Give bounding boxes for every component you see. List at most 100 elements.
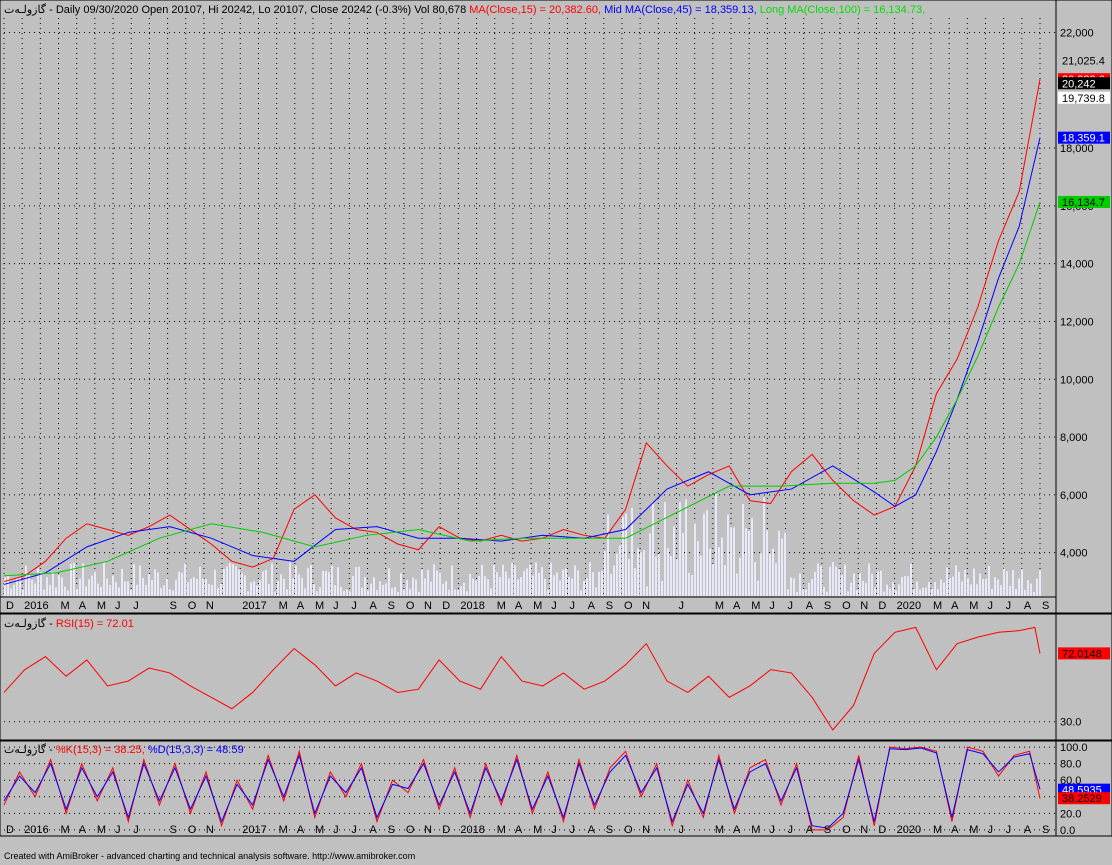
volume-bar [955,565,957,596]
x-tick-label: N [860,600,868,612]
axis-badge-label: 21,025.4 [1062,56,1105,68]
volume-bar [463,582,465,596]
axis-badge-label: 16,134.7 [1062,197,1105,209]
volume-bar [814,571,816,596]
volume-bar [82,563,84,596]
volume-bar [61,577,63,596]
x-tick-label: A [515,600,523,612]
x-tick-label: 2020 [897,600,921,612]
y-tick-label: 18,000 [1060,143,1094,155]
x-tick-label: 2016 [24,600,48,612]
volume-bar [223,569,225,596]
y-tick-label: 12,000 [1060,316,1094,328]
stoch-d-label: %D(15,3,3) = 48.59 [148,744,244,756]
x-tick-label: S [388,600,395,612]
volume-bar [127,581,129,596]
volume-bar [103,562,105,596]
volume-bar [721,537,723,596]
volume-bar [949,578,951,596]
x-tick-label: J [351,600,357,612]
volume-bar [736,573,738,596]
volume-bar [868,563,870,596]
volume-bar [970,584,972,596]
price-panel[interactable] [0,0,1057,598]
volume-bar [25,565,27,596]
volume-bar [613,565,615,596]
volume-bar [670,556,672,596]
volume-bar [724,565,726,596]
volume-bar [13,584,15,596]
x-tick-label: S [1042,824,1049,836]
volume-bar [790,577,792,596]
volume-bar [859,573,861,596]
volume-bar [151,579,153,596]
volume-bar [517,579,519,596]
volume-bar [625,513,627,596]
y-tick-label: 20.0 [1060,808,1081,820]
volume-bar [622,516,624,596]
price-title: گازولـه‌ت - Daily 09/30/2020 Open 20107,… [4,3,925,16]
volume-bar [364,577,366,596]
x-tick-label: J [333,824,339,836]
x-tick-label: J [678,824,684,836]
x-tick-label: M [279,824,288,836]
volume-bar [631,507,633,596]
volume-bar [940,579,942,596]
volume-bar [1027,580,1029,596]
x-tick-label: J [133,824,139,836]
volume-bar [730,527,732,596]
volume-bar [757,580,759,596]
volume-bar [583,580,585,596]
volume-bar [334,585,336,596]
volume-bar [520,577,522,596]
x-tick-label: J [769,824,775,836]
volume-bar [1024,589,1026,596]
stoch-symbol: گازولـه‌ت [4,743,47,756]
volume-bar [157,572,159,596]
volume-bar [541,567,543,596]
volume-bar [619,545,621,596]
volume-bar [640,552,642,596]
volume-bar [760,553,762,596]
x-tick-label: M [533,824,542,836]
volume-bar [436,570,438,596]
volume-bar [286,589,288,596]
volume-bar [847,591,849,596]
volume-bar [508,578,510,596]
volume-bar [913,589,915,596]
volume-bar [610,573,612,596]
volume-bar [697,540,699,596]
volume-bar [751,518,753,596]
volume-bar [34,583,36,596]
x-tick-label: O [406,600,415,612]
volume-bar [424,578,426,596]
rsi-panel[interactable] [0,613,1057,741]
volume-bar [643,550,645,596]
volume-bar [568,576,570,596]
x-tick-label: A [588,600,596,612]
volume-bar [325,571,327,596]
volume-bar [22,589,24,596]
volume-bar [322,570,324,596]
volume-bar [181,572,183,596]
volume-bar [718,547,720,596]
x-tick-label: S [606,600,613,612]
volume-bar [400,573,402,596]
price-info: - Daily 09/30/2020 Open 20107, Hi 20242,… [49,4,466,16]
volume-bar [808,582,810,596]
volume-bar [586,577,588,596]
volume-bar [754,561,756,596]
volume-bar [1030,583,1032,596]
volume-bar [346,589,348,596]
volume-bar [304,588,306,596]
x-tick-label: D [6,600,14,612]
x-tick-label: A [1024,600,1032,612]
volume-bar [40,572,42,596]
volume-bar [952,576,954,596]
volume-bar [466,591,468,596]
x-tick-label: N [642,600,650,612]
ma45-label: Mid MA(Close,45) = 18,359.13, [604,4,757,16]
y-tick-label: 4,000 [1060,548,1088,560]
volume-bar [274,591,276,596]
amibroker-chart[interactable]: 22,00018,00016,00014,00012,00010,0008,00… [0,0,1112,865]
